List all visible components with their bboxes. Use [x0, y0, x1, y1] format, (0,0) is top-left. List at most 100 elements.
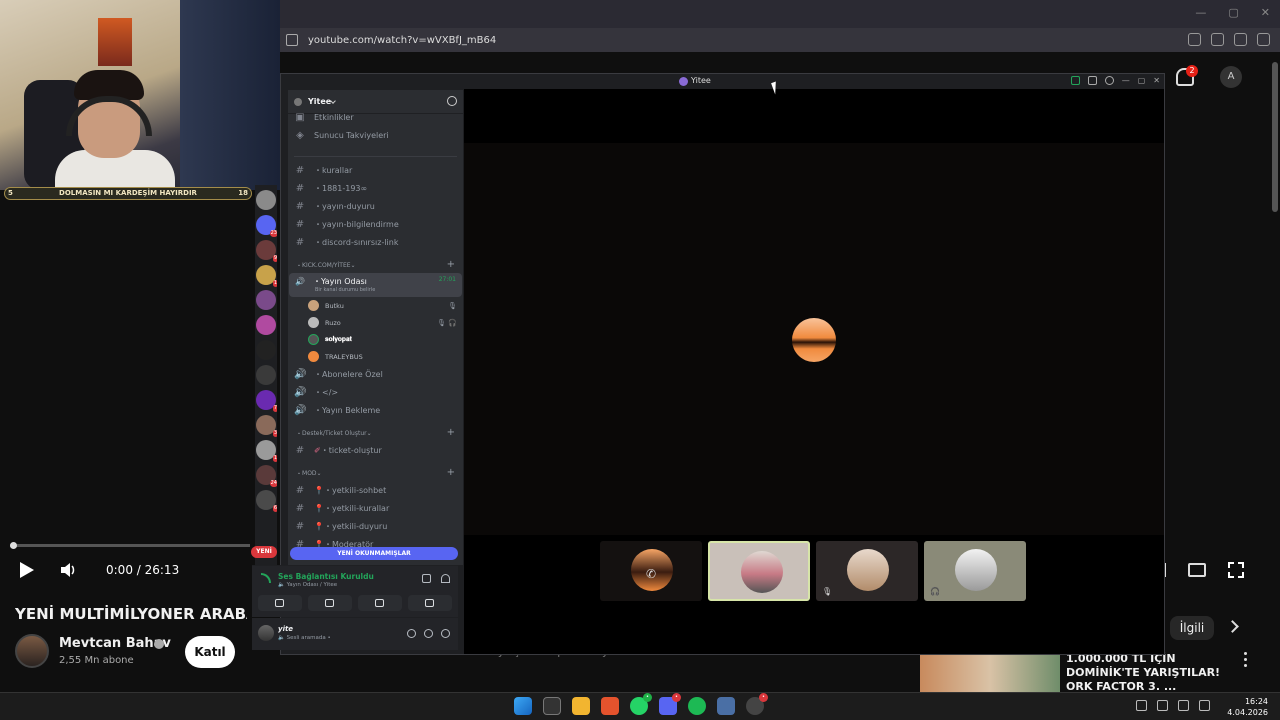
headphones-icon[interactable] [424, 629, 433, 638]
server-icon[interactable]: 7 [256, 390, 277, 412]
server-icon[interactable] [256, 365, 276, 385]
voice-user[interactable]: TRALEYBUS [288, 348, 463, 365]
disconnect-icon[interactable] [441, 574, 450, 583]
sidebar-item-boosts[interactable]: ◈ Sunucu Takviyeleri [288, 126, 463, 144]
category-mod[interactable]: ・ MOD ⌄ + [288, 465, 463, 481]
server-icon[interactable]: 23 [256, 215, 277, 237]
voice-channel-bekleme[interactable]: 🔊 ・Yayın Bekleme [288, 401, 463, 419]
channel-yetkili-kurallar[interactable]: # 📍・yetkili-kurallar [288, 499, 463, 517]
tray-chevron-icon[interactable] [1136, 700, 1147, 711]
server-icon[interactable]: 9 [256, 240, 277, 262]
participant-tile[interactable]: ✆ [600, 541, 702, 601]
start-icon[interactable] [514, 697, 532, 715]
new-servers-pill[interactable]: YENİ [251, 546, 277, 558]
signal-icon[interactable] [261, 573, 271, 583]
server-icon[interactable]: 24 [256, 465, 277, 487]
noise-suppression-icon[interactable] [422, 574, 431, 583]
sidebar-item-events[interactable]: ▣ Etkinlikler [288, 108, 463, 126]
page-scrollbar[interactable] [1272, 62, 1278, 212]
spotify-icon[interactable] [688, 697, 706, 715]
join-button[interactable]: Katıl [185, 636, 235, 668]
add-channel-icon[interactable]: + [447, 427, 455, 438]
microphone-icon[interactable] [407, 629, 416, 638]
voice-user[interactable]: 𝐬𝐨𝐥𝐲𝐨𝐩𝐚𝐭 [288, 331, 463, 348]
server-icon[interactable]: 3 [256, 415, 277, 437]
address-bar[interactable]: youtube.com/watch?v=wVXBfJ_mB64 [280, 28, 1280, 52]
mic-tray-icon[interactable] [1157, 700, 1168, 711]
more-options-icon[interactable] [1244, 652, 1248, 668]
voice-channel-code[interactable]: 🔊 ・</> [288, 383, 463, 401]
obs-icon[interactable]: • [746, 693, 768, 715]
category-kick[interactable]: ・ KICK.COM/YİTEE ⌄ + [288, 257, 463, 273]
volume-tray-icon[interactable] [1199, 700, 1210, 711]
channel-kurallar[interactable]: # ・kurallar [288, 161, 463, 179]
speaker-avatar[interactable] [792, 318, 836, 362]
play-icon[interactable] [20, 562, 34, 578]
task-view-icon[interactable] [543, 697, 561, 715]
category-support[interactable]: ・ Destek/Ticket Oluştur ⌄ + [288, 425, 463, 441]
server-icon[interactable]: 6 [256, 490, 277, 512]
inbox-icon[interactable] [1087, 76, 1097, 85]
related-chip[interactable]: İlgili [1170, 616, 1214, 640]
participant-tile[interactable]: 🎧 [924, 541, 1026, 601]
user-name[interactable]: yite [278, 625, 293, 633]
voice-user[interactable]: Butku 🎙 [288, 297, 463, 314]
recommended-title[interactable]: 1.000.000 TL İÇİN DOMİNİK'TE YARIŞTILAR!… [1066, 652, 1236, 694]
site-info-icon[interactable] [286, 34, 298, 46]
channel-avatar[interactable] [15, 634, 49, 668]
participant-tile-active[interactable] [708, 541, 810, 601]
cast-icon[interactable] [1188, 563, 1206, 577]
nitro-icon[interactable] [1070, 76, 1080, 85]
extensions-icon[interactable] [1188, 33, 1201, 46]
maximize-icon[interactable]: ▢ [1228, 6, 1238, 19]
voice-user[interactable]: Ruzo 🎙 🎧 [288, 314, 463, 331]
camera-button[interactable] [258, 595, 302, 611]
system-clock[interactable]: 16:24 4.04.2026 [1227, 696, 1268, 718]
channel-yetkili-sohbet[interactable]: # 📍・yetkili-sohbet [288, 481, 463, 499]
server-icon[interactable]: 1 [256, 265, 277, 287]
whatsapp-icon[interactable]: • [630, 693, 652, 715]
progress-scrubber[interactable] [10, 542, 17, 549]
voice-channel-active[interactable]: 🔊 ・Yayın Odası Bir kanal durumu belirle 2… [289, 273, 462, 297]
new-unread-pill[interactable]: YENİ OKUNMAMIŞLAR [290, 547, 458, 560]
url-text[interactable]: youtube.com/watch?v=wVXBfJ_mB64 [308, 35, 496, 46]
channel-yayin-bilgilendirme[interactable]: # ・yayın-bilgilendirme [288, 215, 463, 233]
invite-people-icon[interactable] [447, 96, 457, 106]
recommended-thumbnail[interactable] [920, 654, 1060, 694]
brave-icon[interactable] [601, 697, 619, 715]
server-icon[interactable] [256, 315, 276, 335]
menu-icon[interactable] [1257, 33, 1270, 46]
add-channel-icon[interactable]: + [447, 467, 455, 478]
network-icon[interactable] [1178, 700, 1189, 711]
account-avatar[interactable]: A [1220, 66, 1242, 88]
fullscreen-icon[interactable] [1228, 562, 1244, 578]
discord-minimize-icon[interactable]: — [1122, 76, 1130, 85]
discord-close-icon[interactable]: ✕ [1153, 76, 1160, 85]
soundboard-button[interactable] [408, 595, 452, 611]
participant-tile[interactable]: 🎙 [816, 541, 918, 601]
server-icon[interactable] [256, 190, 276, 210]
file-explorer-icon[interactable] [572, 697, 590, 715]
channel-yayin-duyuru[interactable]: # ・yayın-duyuru [288, 197, 463, 215]
app-icon[interactable] [717, 697, 735, 715]
server-icon[interactable]: 1 [256, 440, 277, 462]
sidebar-icon[interactable] [1211, 33, 1224, 46]
close-icon[interactable]: ✕ [1261, 6, 1270, 19]
minimize-icon[interactable]: — [1195, 6, 1206, 19]
activities-button[interactable] [358, 595, 402, 611]
server-icon[interactable] [256, 290, 276, 310]
channel-status[interactable]: Bir kanal durumu belirle [315, 287, 456, 293]
channel-discord-link[interactable]: # ・discord-sınırsız-link [288, 233, 463, 251]
discord-icon[interactable]: • [659, 693, 681, 715]
volume-icon[interactable] [60, 563, 76, 577]
voice-channel-abonelere[interactable]: 🔊 ・Abonelere Özel [288, 365, 463, 383]
help-icon[interactable] [1104, 76, 1114, 85]
channel-ticket[interactable]: # ✐・ticket-oluştur [288, 441, 463, 459]
settings-gear-icon[interactable] [441, 629, 450, 638]
channel-yetkili-duyuru[interactable]: # 📍・yetkili-duyuru [288, 517, 463, 535]
voice-status[interactable]: Ses Bağlantısı Kuruldu [278, 572, 374, 581]
discord-maximize-icon[interactable]: ▢ [1138, 76, 1146, 85]
channel-1881[interactable]: # ・1881-193∞ [288, 179, 463, 197]
video-progress-bar[interactable] [10, 544, 250, 547]
user-avatar[interactable] [258, 625, 274, 641]
